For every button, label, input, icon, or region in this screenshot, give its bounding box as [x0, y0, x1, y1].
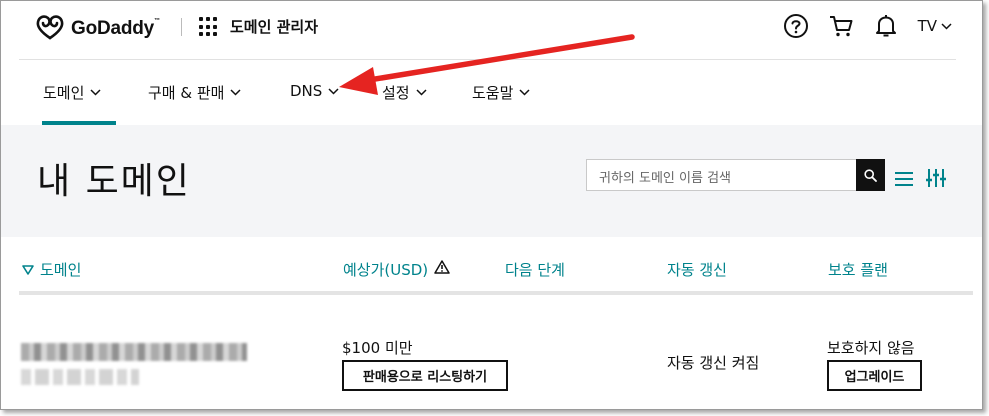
godaddy-logo[interactable]: GoDaddy™	[35, 14, 160, 44]
upgrade-button[interactable]: 업그레이드	[827, 360, 922, 391]
godaddy-logo-icon	[35, 14, 65, 44]
column-header-price[interactable]: 예상가(USD)	[343, 259, 450, 280]
chevron-down-icon	[90, 89, 101, 96]
search-button[interactable]	[856, 159, 885, 191]
logo-text: GoDaddy™	[71, 18, 160, 39]
apps-grid-icon[interactable]	[199, 17, 219, 37]
nav-item-label: 구매 & 판매	[148, 84, 225, 102]
column-header-label: 예상가(USD)	[343, 261, 429, 279]
estimated-price: $100 미만	[342, 339, 413, 357]
column-header-label: 다음 단계	[505, 261, 565, 279]
domain-name-redacted[interactable]	[21, 343, 247, 361]
nav-item-label: 도메인	[43, 84, 85, 102]
column-header-auto-renew[interactable]: 자동 갱신	[667, 259, 727, 280]
warning-icon[interactable]	[434, 259, 450, 274]
column-header-label: 도메인	[40, 261, 82, 279]
nav-item-help[interactable]: 도움말	[472, 82, 530, 103]
column-header-next-step[interactable]: 다음 단계	[505, 259, 565, 280]
nav-item-label: 도움말	[472, 84, 514, 102]
page-header-band: 내 도메인 귀하의 도메인 이름 검색	[1, 125, 982, 237]
top-bar: GoDaddy™ 도메인 관리자 TV	[1, 1, 982, 59]
nav-item-buy-sell[interactable]: 구매 & 판매	[148, 82, 241, 103]
nav-item-domains[interactable]: 도메인	[43, 82, 101, 103]
nav-item-dns[interactable]: DNS	[290, 82, 339, 100]
bell-icon[interactable]	[873, 13, 899, 39]
protection-status: 보호하지 않음	[827, 339, 915, 357]
chevron-down-icon	[230, 89, 241, 96]
browser-frame: GoDaddy™ 도메인 관리자 TV 도메인 구매 & 판매 DNS 설정 도…	[0, 0, 983, 410]
column-header-protection[interactable]: 보호 플랜	[828, 259, 888, 280]
chevron-down-icon	[519, 89, 530, 96]
nav-item-settings[interactable]: 설정	[382, 82, 427, 103]
nav-item-label: DNS	[290, 82, 323, 100]
nav-item-label: 설정	[382, 84, 410, 102]
auto-renew-status[interactable]: 자동 갱신 켜짐	[667, 352, 759, 373]
domain-expiry-redacted	[21, 369, 139, 385]
list-view-icon[interactable]	[895, 171, 913, 190]
column-header-domain[interactable]: 도메인	[22, 259, 81, 280]
user-initials: TV	[917, 17, 937, 35]
main-nav: 도메인 구매 & 판매 DNS 설정 도움말	[1, 59, 982, 125]
column-header-label: 자동 갱신	[667, 261, 727, 279]
cart-icon[interactable]	[828, 13, 854, 39]
header-actions: TV	[783, 13, 952, 39]
chevron-down-icon	[941, 22, 952, 30]
search-icon	[864, 168, 877, 182]
header-separator	[181, 18, 182, 36]
app-title: 도메인 관리자	[230, 18, 319, 36]
chevron-down-icon	[328, 87, 339, 95]
help-icon[interactable]	[783, 13, 809, 39]
filter-icon[interactable]	[926, 169, 946, 191]
list-for-sale-button[interactable]: 판매용으로 리스팅하기	[342, 360, 508, 391]
user-menu[interactable]: TV	[918, 17, 952, 35]
page-title: 내 도메인	[37, 161, 191, 202]
domain-search-input[interactable]: 귀하의 도메인 이름 검색	[586, 159, 857, 191]
chevron-down-icon	[416, 89, 427, 96]
table-header-divider	[19, 291, 973, 295]
sort-down-icon	[22, 264, 34, 275]
column-header-label: 보호 플랜	[828, 261, 888, 279]
nav-top-divider	[19, 59, 956, 60]
